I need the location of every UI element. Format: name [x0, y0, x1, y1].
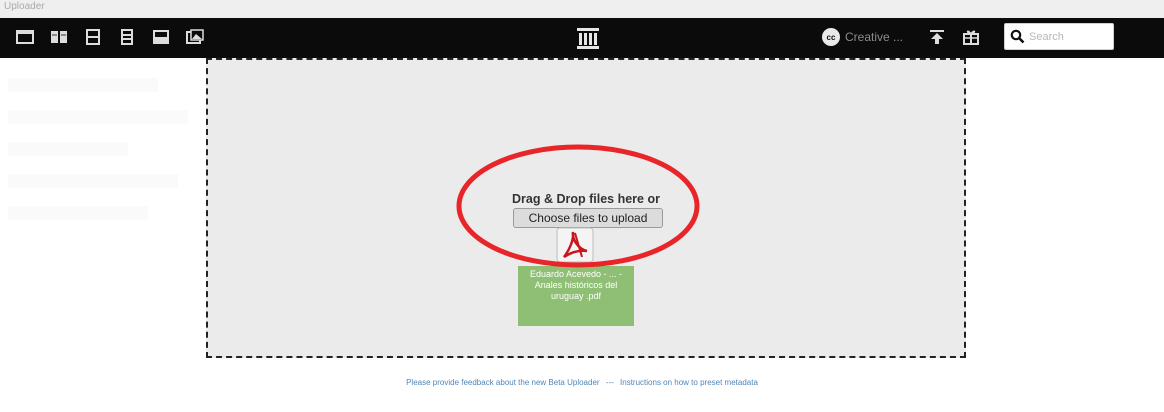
background-ghost-content — [8, 78, 198, 238]
search-box[interactable] — [1004, 23, 1114, 50]
instructions-link[interactable]: Instructions on how to preset metadata — [620, 378, 758, 387]
image-view-icon[interactable] — [186, 29, 204, 45]
footer-links: Please provide feedback about the new Be… — [0, 378, 1164, 387]
license-label: Creative ... — [845, 30, 904, 44]
license-selector[interactable]: cc Creative ... — [822, 27, 903, 47]
gift-icon[interactable] — [962, 29, 980, 45]
search-icon — [1010, 29, 1025, 49]
pdf-file-icon — [556, 227, 594, 263]
top-toolbar: cc Creative ... — [0, 18, 1164, 58]
layout-one-icon[interactable] — [84, 29, 102, 45]
uploaded-file-card[interactable]: Eduardo Acevedo - ... - Anales histórico… — [518, 266, 634, 326]
book-view-icon[interactable] — [50, 29, 68, 45]
list-view-icon[interactable] — [16, 29, 34, 45]
feedback-link[interactable]: Please provide feedback about the new Be… — [406, 378, 599, 387]
file-drop-zone[interactable]: Drag & Drop files here or Choose files t… — [206, 58, 966, 358]
search-input[interactable] — [1029, 28, 1109, 45]
archive-logo-icon[interactable] — [575, 25, 601, 51]
drag-drop-prompt: Drag & Drop files here or — [512, 192, 660, 206]
footer-separator: --- — [605, 378, 614, 387]
creative-commons-icon: cc — [822, 28, 840, 46]
breadcrumb: Uploader — [4, 1, 45, 12]
choose-files-button[interactable]: Choose files to upload — [513, 208, 663, 228]
layout-three-icon[interactable] — [152, 29, 170, 45]
browser-top-strip: Uploader — [0, 0, 1164, 18]
layout-two-icon[interactable] — [118, 29, 136, 45]
upload-icon[interactable] — [928, 29, 946, 45]
